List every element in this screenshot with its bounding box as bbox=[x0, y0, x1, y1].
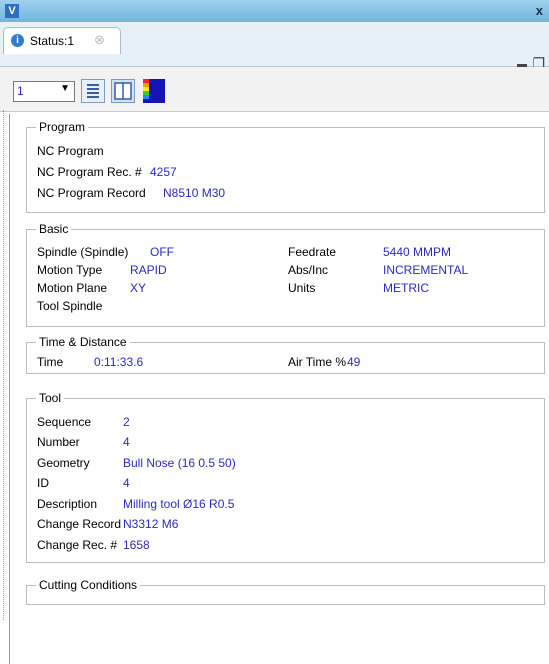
cutting-conditions-group: Cutting Conditions bbox=[26, 578, 545, 605]
tab-close-icon[interactable]: ⊗ bbox=[94, 32, 105, 48]
air-time-value: 49 bbox=[347, 355, 361, 369]
time-distance-group: Time & Distance Time 0:11:33.6 Air Time … bbox=[26, 335, 545, 374]
motion-plane-label: Motion Plane bbox=[37, 281, 108, 295]
motion-type-value: RAPID bbox=[130, 263, 167, 277]
geometry-value: Bull Nose (16 0.5 50) bbox=[123, 456, 236, 470]
status-select-value: 1 bbox=[17, 84, 24, 98]
basic-group-title: Basic bbox=[36, 222, 72, 236]
columns-icon bbox=[114, 82, 132, 100]
change-record-value: N3312 M6 bbox=[123, 517, 179, 531]
color-map-icon bbox=[143, 79, 165, 103]
tool-group-title: Tool bbox=[36, 391, 65, 405]
id-value: 4 bbox=[123, 476, 130, 490]
sequence-value: 2 bbox=[123, 415, 130, 429]
spindle-label: Spindle (Spindle) bbox=[37, 245, 129, 259]
air-time-label: Air Time % bbox=[288, 355, 347, 369]
toolbar: 1 ▼ bbox=[0, 67, 549, 112]
description-value: Milling tool Ø16 R0.5 bbox=[123, 497, 235, 511]
time-label: Time bbox=[37, 355, 64, 369]
number-label: Number bbox=[37, 435, 80, 449]
geometry-label: Geometry bbox=[37, 456, 90, 470]
nc-program-label: NC Program bbox=[37, 144, 104, 158]
title-bar: V x bbox=[0, 0, 549, 23]
resize-handle[interactable] bbox=[3, 110, 6, 620]
time-distance-group-title: Time & Distance bbox=[36, 335, 130, 349]
time-value: 0:11:33.6 bbox=[94, 355, 144, 369]
program-group: Program NC Program NC Program Rec. # 425… bbox=[26, 120, 545, 213]
tab-label: Status:1 bbox=[30, 34, 75, 48]
nc-program-record-value: N8510 M30 bbox=[163, 186, 226, 200]
nc-program-record-label: NC Program Record bbox=[37, 186, 146, 200]
sequence-label: Sequence bbox=[37, 415, 92, 429]
tool-group: Tool Sequence 2 Number 4 Geometry Bull N… bbox=[26, 391, 545, 563]
list-view-button[interactable] bbox=[81, 79, 105, 103]
nc-program-rec-label: NC Program Rec. # bbox=[37, 165, 142, 179]
info-icon: i bbox=[11, 34, 24, 47]
change-rec-label: Change Rec. # bbox=[37, 538, 118, 552]
cutting-conditions-group-title: Cutting Conditions bbox=[36, 578, 141, 592]
spindle-value: OFF bbox=[150, 245, 174, 259]
program-group-title: Program bbox=[36, 120, 89, 134]
chevron-down-icon: ▼ bbox=[60, 83, 70, 94]
feedrate-value: 5440 MMPM bbox=[383, 245, 452, 259]
app-logo-icon: V bbox=[5, 4, 19, 18]
tab-strip: i Status:1 ⊗ ❐ bbox=[0, 22, 549, 71]
absinc-value: INCREMENTAL bbox=[383, 263, 469, 277]
units-value: METRIC bbox=[383, 281, 429, 295]
change-record-label: Change Record bbox=[37, 517, 122, 531]
id-label: ID bbox=[37, 476, 49, 490]
tool-spindle-label: Tool Spindle bbox=[37, 299, 103, 313]
close-window-button[interactable]: x bbox=[536, 3, 543, 18]
color-map-button[interactable] bbox=[143, 79, 165, 103]
motion-type-label: Motion Type bbox=[37, 263, 103, 277]
basic-group: Basic Spindle (Spindle) OFF Motion Type … bbox=[26, 222, 545, 327]
units-label: Units bbox=[288, 281, 316, 295]
number-value: 4 bbox=[123, 435, 130, 449]
motion-plane-value: XY bbox=[130, 281, 147, 295]
description-label: Description bbox=[37, 497, 98, 511]
list-icon bbox=[87, 84, 99, 98]
nc-program-rec-value: 4257 bbox=[150, 165, 177, 179]
status-select[interactable]: 1 ▼ bbox=[13, 81, 75, 102]
change-rec-value: 1658 bbox=[123, 538, 150, 552]
absinc-label: Abs/Inc bbox=[288, 263, 329, 277]
split-view-button[interactable] bbox=[111, 79, 135, 103]
tab-status[interactable]: i Status:1 ⊗ bbox=[3, 27, 121, 54]
feedrate-label: Feedrate bbox=[288, 245, 337, 259]
